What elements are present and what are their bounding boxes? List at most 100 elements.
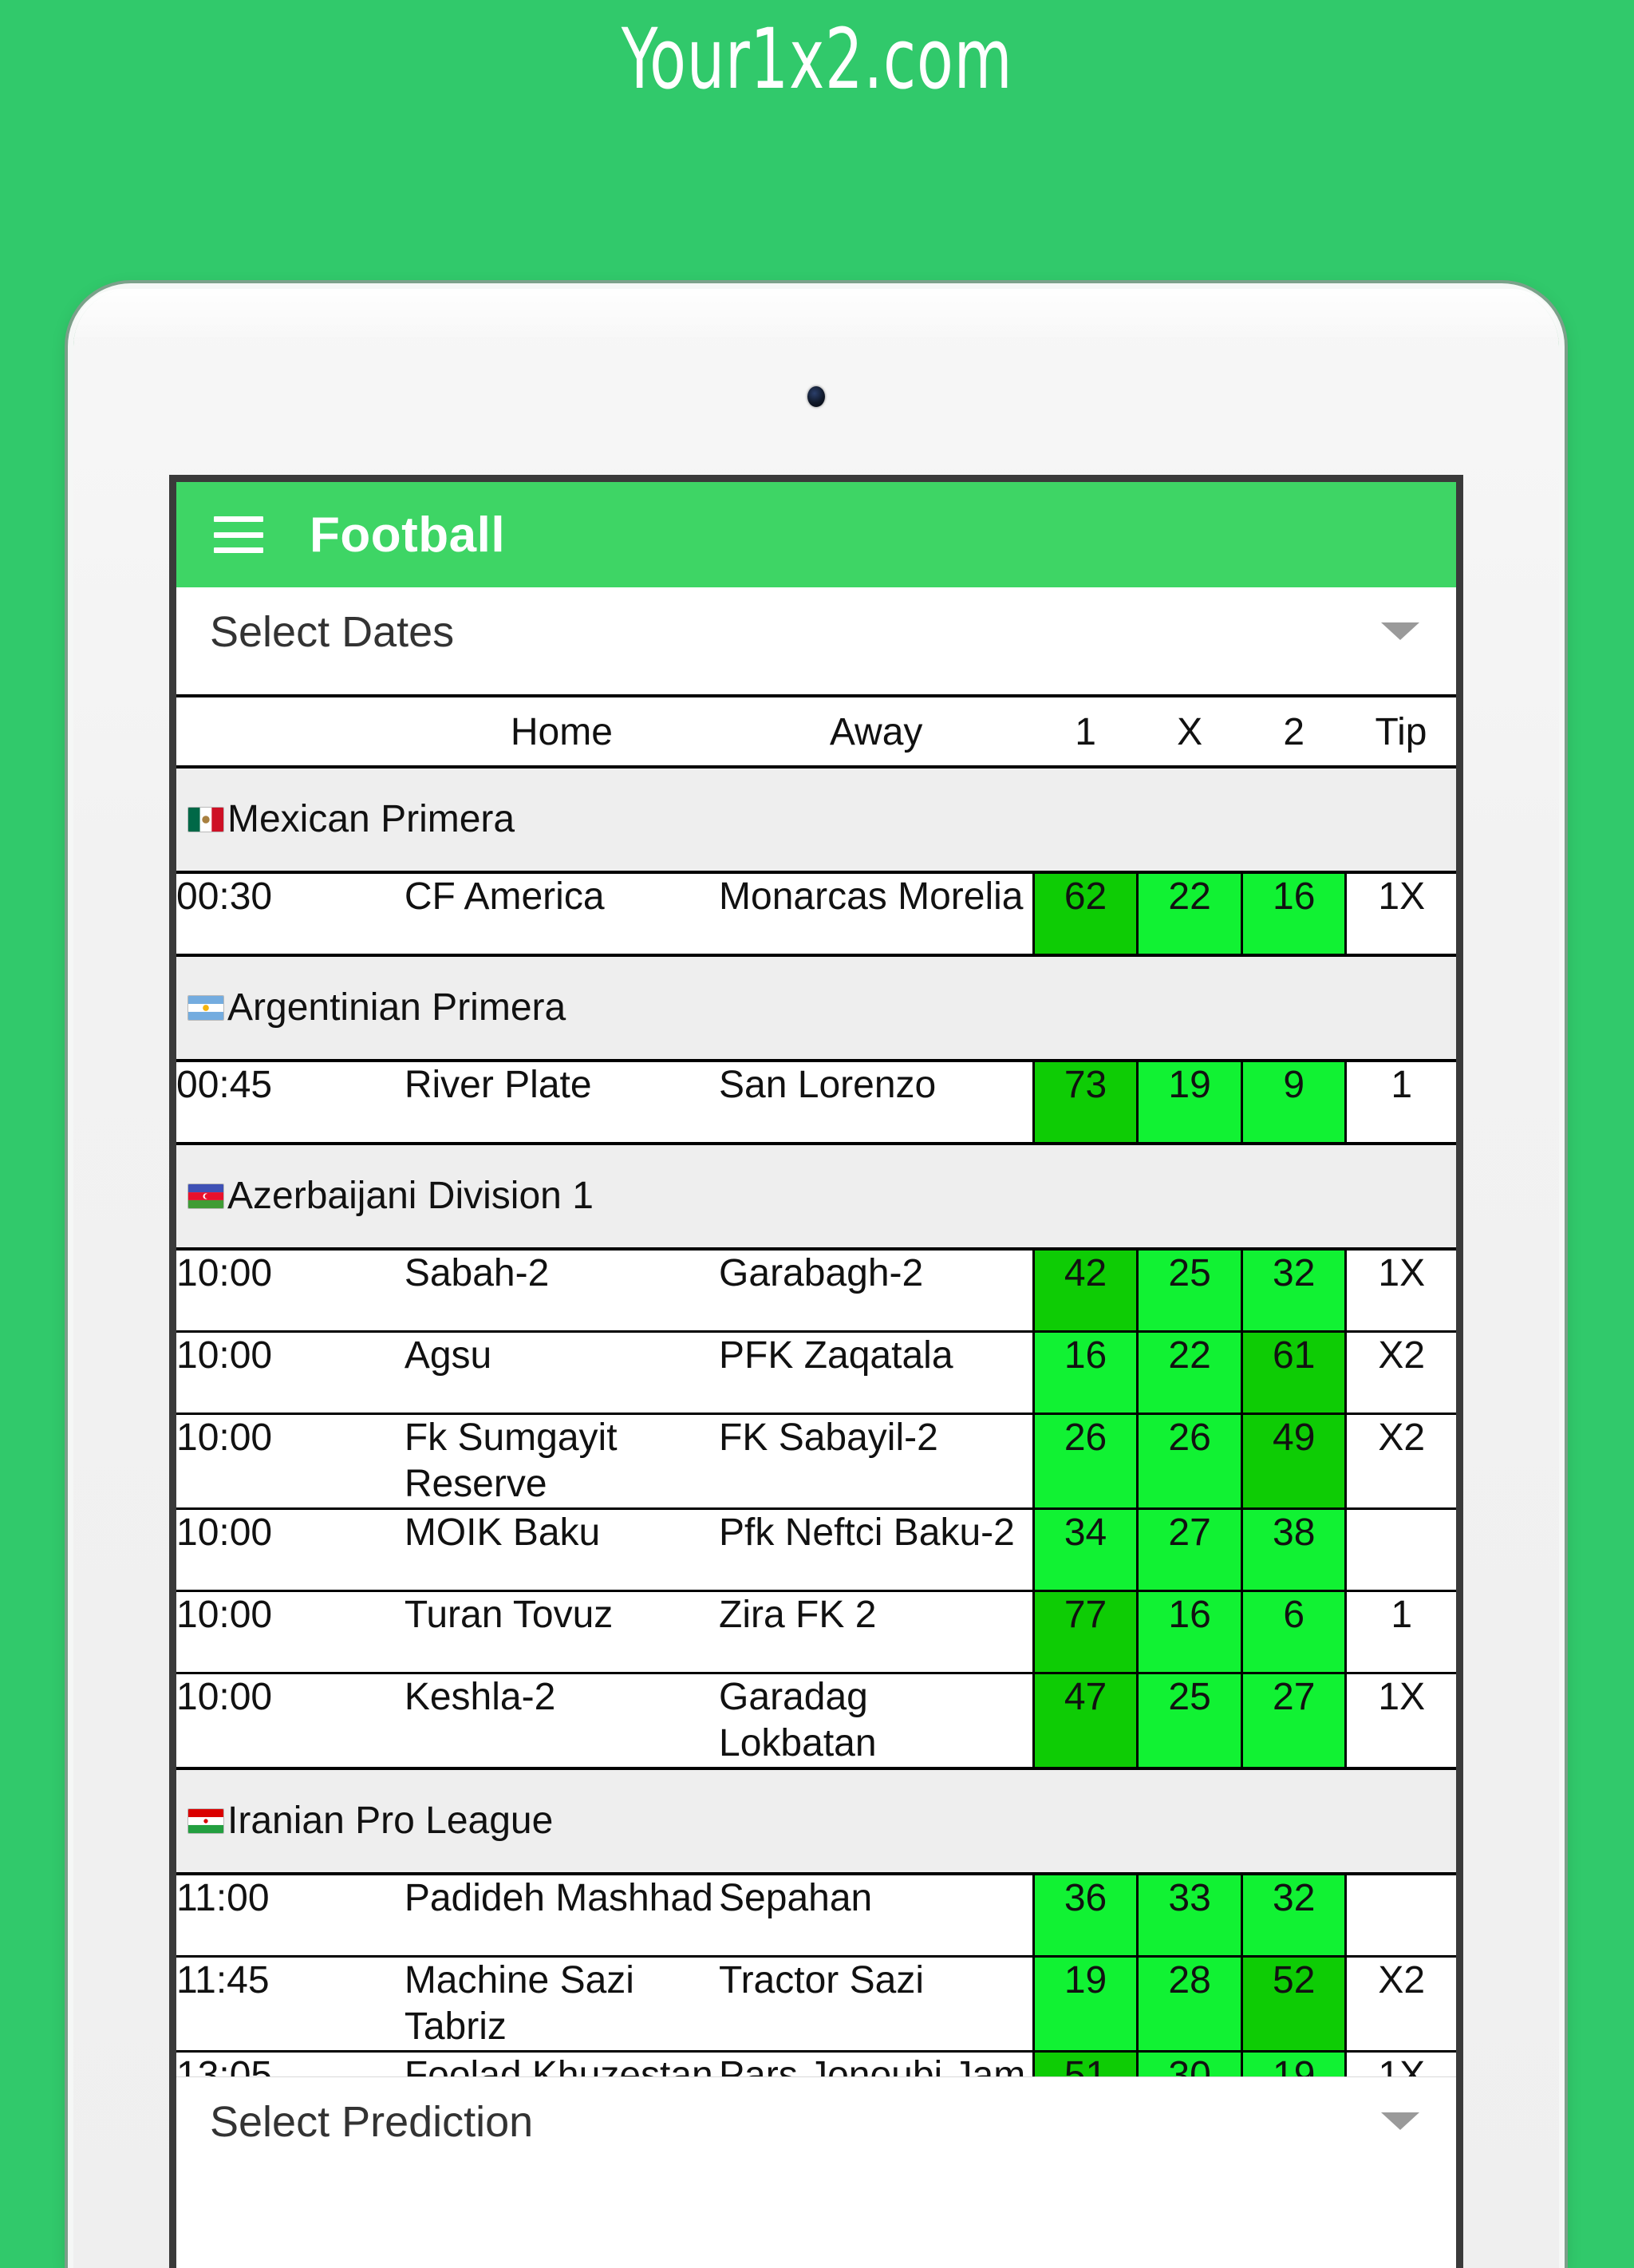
tip-value bbox=[1345, 1508, 1456, 1592]
match-time: 10:00 bbox=[176, 1508, 405, 1592]
league-header-row: Argentinian Primera bbox=[176, 954, 1456, 1062]
league-header-row: Azerbaijani Division 1 bbox=[176, 1142, 1456, 1251]
table-row[interactable]: 10:00 Agsu PFK Zaqatala 16 22 61 X2 bbox=[176, 1331, 1456, 1415]
tablet-device-frame: Football Select Dates Home Away 1 X 2 Ti… bbox=[73, 289, 1559, 2268]
away-team-name: Monarcas Morelia bbox=[719, 872, 1034, 957]
match-time: 10:00 bbox=[176, 1590, 405, 1674]
table-row[interactable]: 10:00 Fk Sumgayit Reserve FK Sabayil-2 26 26… bbox=[176, 1413, 1456, 1510]
table-row[interactable]: 13:05Foolad KhuzestanPars Jonoubi Jam FC… bbox=[176, 2051, 1456, 2076]
odd-1-value[interactable]: 36 bbox=[1032, 1874, 1139, 1958]
league-header-cell: Iranian Pro League bbox=[176, 1767, 1456, 1875]
app-viewport: Football Select Dates Home Away 1 X 2 Ti… bbox=[176, 482, 1456, 2268]
odd-1-value[interactable]: 73 bbox=[1032, 1061, 1139, 1145]
chevron-down-icon[interactable] bbox=[1381, 2112, 1419, 2130]
odd-1-value[interactable]: 62 bbox=[1032, 872, 1139, 957]
odd-2-value[interactable]: 52 bbox=[1240, 1956, 1348, 2053]
site-title: Your1x2.com bbox=[621, 10, 1013, 108]
odd-x-value[interactable]: 26 bbox=[1136, 1413, 1243, 1510]
odd-x-value[interactable]: 19 bbox=[1136, 1061, 1243, 1145]
home-team-name: Agsu bbox=[404, 1331, 720, 1415]
match-time: 10:00 bbox=[176, 1413, 405, 1510]
table-row[interactable]: 11:45 Machine Sazi Tabriz Tractor Sazi 19 28… bbox=[176, 1956, 1456, 2053]
table-row[interactable]: 10:00 Sabah-2 Garabagh-2 42 25 32 1X bbox=[176, 1249, 1456, 1333]
tip-value: 1X bbox=[1345, 1249, 1456, 1333]
tablet-bezel-sheen bbox=[73, 289, 1559, 337]
home-team-name: Sabah-2 bbox=[404, 1249, 720, 1333]
away-team-name: Pfk Neftci Baku-2 bbox=[719, 1508, 1034, 1592]
home-team-name: Foolad Khuzestan bbox=[404, 2051, 720, 2076]
odd-1-value[interactable]: 42 bbox=[1032, 1249, 1139, 1333]
odd-x-value[interactable]: 25 bbox=[1136, 1249, 1243, 1333]
odd-1-value[interactable]: 16 bbox=[1032, 1331, 1139, 1415]
away-team-name: PFK Zaqatala bbox=[719, 1331, 1034, 1415]
odd-1-value[interactable]: 26 bbox=[1032, 1413, 1139, 1510]
home-team-name: CF America bbox=[404, 872, 720, 957]
league-header-row: Mexican Primera bbox=[176, 765, 1456, 874]
odd-x-value[interactable]: 30 bbox=[1136, 2051, 1243, 2076]
odd-x-value[interactable]: 22 bbox=[1136, 872, 1243, 957]
table-row[interactable]: 10:00 Turan Tovuz Zira FK 2 77 16 6 1 bbox=[176, 1590, 1456, 1674]
match-time: 11:00 bbox=[176, 1874, 405, 1958]
table-row[interactable]: 11:00 Padideh Mashhad Sepahan 36 33 32 bbox=[176, 1874, 1456, 1958]
away-team-name: San Lorenzo bbox=[719, 1061, 1034, 1145]
table-row[interactable]: 00:30 CF America Monarcas Morelia 62 22 16 1X bbox=[176, 872, 1456, 957]
away-team-name: Zira FK 2 bbox=[719, 1590, 1034, 1674]
odd-1-value[interactable]: 77 bbox=[1032, 1590, 1139, 1674]
select-dates-dropdown[interactable]: Select Dates bbox=[176, 587, 1456, 694]
home-team-name: Machine Sazi Tabriz bbox=[404, 1956, 720, 2053]
table-row[interactable]: 00:45 River Plate San Lorenzo 73 19 9 1 bbox=[176, 1061, 1456, 1145]
away-team-name: Sepahan bbox=[719, 1874, 1034, 1958]
odd-2-value[interactable]: 27 bbox=[1240, 1673, 1348, 1770]
odd-x-value[interactable]: 27 bbox=[1136, 1508, 1243, 1592]
hamburger-menu-icon[interactable] bbox=[214, 516, 263, 553]
match-time: 10:00 bbox=[176, 1331, 405, 1415]
tablet-screen: Football Select Dates Home Away 1 X 2 Ti… bbox=[169, 475, 1463, 2268]
odd-2-value[interactable]: 19 bbox=[1240, 2051, 1348, 2076]
odd-x-value[interactable]: 28 bbox=[1136, 1956, 1243, 2053]
league-header-cell: Argentinian Primera bbox=[176, 954, 1456, 1062]
table-row[interactable]: 10:00 Keshla-2 Garadag Lokbatan 47 25 27 1X bbox=[176, 1673, 1456, 1770]
odd-x-value[interactable]: 22 bbox=[1136, 1331, 1243, 1415]
home-team-name: Fk Sumgayit Reserve bbox=[404, 1413, 720, 1510]
front-camera-icon bbox=[807, 386, 825, 407]
match-time: 11:45 bbox=[176, 1956, 405, 2053]
odd-1-value[interactable]: 19 bbox=[1032, 1956, 1139, 2053]
argentina-flag-icon bbox=[187, 995, 224, 1021]
odd-2-value[interactable]: 61 bbox=[1240, 1331, 1348, 1415]
odd-2-value[interactable]: 6 bbox=[1240, 1590, 1348, 1674]
odd-x-value[interactable]: 25 bbox=[1136, 1673, 1243, 1770]
column-header-away: Away bbox=[719, 697, 1034, 769]
home-team-name: Padideh Mashhad bbox=[404, 1874, 720, 1958]
chevron-down-icon[interactable] bbox=[1381, 622, 1419, 640]
away-team-name: Garabagh-2 bbox=[719, 1249, 1034, 1333]
league-name: Iranian Pro League bbox=[227, 1800, 554, 1842]
odd-2-value[interactable]: 38 bbox=[1240, 1508, 1348, 1592]
match-time: 10:00 bbox=[176, 1673, 405, 1770]
table-row[interactable]: 10:00 MOIK Baku Pfk Neftci Baku-2 34 27 38 bbox=[176, 1508, 1456, 1592]
league-header-cell: Azerbaijani Division 1 bbox=[176, 1142, 1456, 1251]
fixtures-list[interactable]: Home Away 1 X 2 Tip Mexican Primera 00:30… bbox=[176, 694, 1456, 2076]
select-prediction-dropdown[interactable]: Select Prediction bbox=[176, 2076, 1456, 2183]
odd-1-value[interactable]: 34 bbox=[1032, 1508, 1139, 1592]
column-header-home: Home bbox=[404, 697, 720, 769]
column-header-odd-1: 1 bbox=[1033, 697, 1138, 769]
tip-value: 1 bbox=[1345, 1061, 1456, 1145]
home-team-name: MOIK Baku bbox=[404, 1508, 720, 1592]
odd-x-value[interactable]: 16 bbox=[1136, 1590, 1243, 1674]
odd-2-value[interactable]: 32 bbox=[1240, 1874, 1348, 1958]
match-time: 10:00 bbox=[176, 1249, 405, 1333]
odd-2-value[interactable]: 49 bbox=[1240, 1413, 1348, 1510]
odd-2-value[interactable]: 32 bbox=[1240, 1249, 1348, 1333]
column-header-time bbox=[176, 697, 405, 769]
odd-1-value[interactable]: 47 bbox=[1032, 1673, 1139, 1770]
odd-2-value[interactable]: 16 bbox=[1240, 872, 1348, 957]
tip-value: 1X bbox=[1345, 2051, 1456, 2076]
league-name: Azerbaijani Division 1 bbox=[227, 1175, 594, 1217]
league-header-row: Iranian Pro League bbox=[176, 1767, 1456, 1875]
odd-2-value[interactable]: 9 bbox=[1240, 1061, 1348, 1145]
home-team-name: Turan Tovuz bbox=[404, 1590, 720, 1674]
odd-x-value[interactable]: 33 bbox=[1136, 1874, 1243, 1958]
fixtures-table: Home Away 1 X 2 Tip Mexican Primera 00:30… bbox=[176, 697, 1456, 2076]
odd-1-value[interactable]: 51 bbox=[1032, 2051, 1139, 2076]
app-title: Football bbox=[310, 507, 506, 563]
